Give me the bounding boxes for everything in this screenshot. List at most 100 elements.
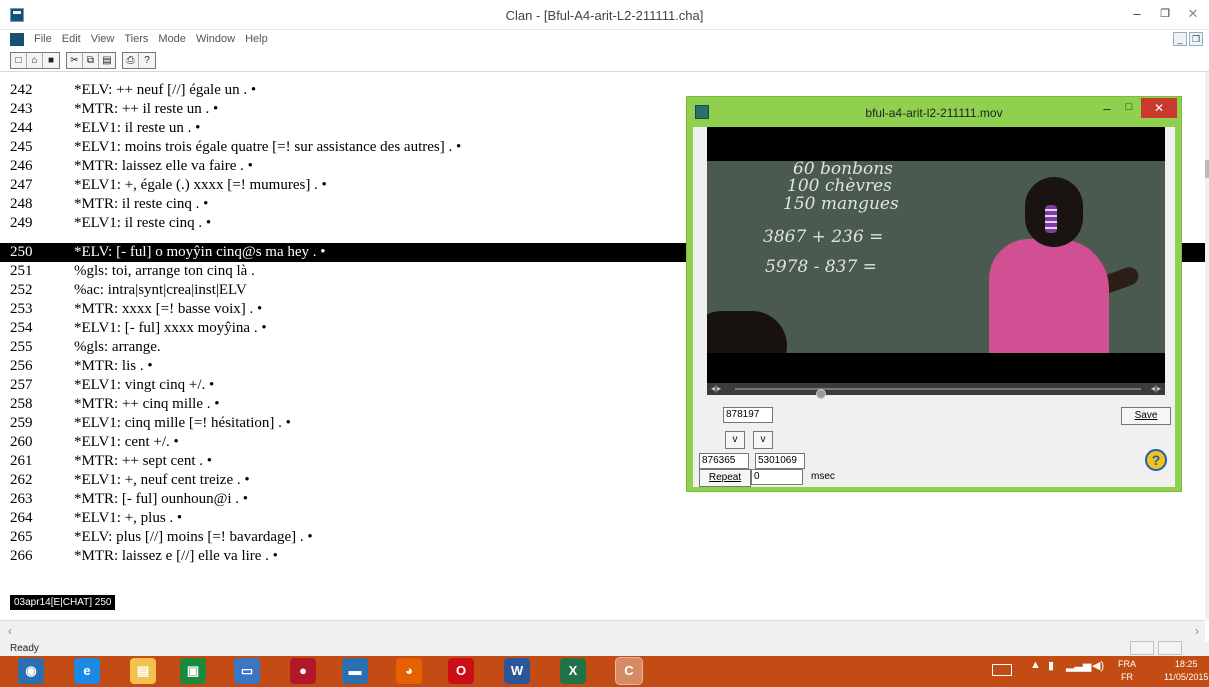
clan-taskbar-icon[interactable]: C — [615, 657, 643, 685]
remote-desktop-icon[interactable]: ▭ — [234, 658, 260, 684]
file-explorer-icon[interactable]: ▤ — [130, 658, 156, 684]
step-back-button[interactable]: v — [725, 431, 745, 449]
menu-window[interactable]: Window — [196, 33, 235, 45]
line-text: *MTR: il reste cinq . • — [74, 196, 209, 212]
cut-icon[interactable]: ✂ — [67, 53, 83, 68]
firefox-icon[interactable]: ◕ — [396, 658, 422, 684]
line-text: *ELV1: cinq mille [=! hésitation] . • — [74, 415, 291, 431]
media-title-bar[interactable]: bful-a4-arit-l2-211111.mov – □ ✕ — [687, 97, 1181, 127]
seek-back-icon[interactable]: ◂|▸ — [711, 383, 721, 395]
transcript-line[interactable]: 263 *MTR: [- ful] ounhoun@i . • — [0, 490, 1205, 509]
start-button-icon[interactable]: ◉ — [18, 658, 44, 684]
internet-explorer-icon[interactable]: e — [74, 658, 100, 684]
seek-track[interactable] — [735, 388, 1141, 399]
repeat-button[interactable]: Repeat — [699, 469, 751, 487]
mdi-restore-button[interactable]: ❐ — [1189, 32, 1203, 46]
board-text: 100 chèvres — [787, 176, 892, 196]
store-icon[interactable]: ▣ — [180, 658, 206, 684]
menu-edit[interactable]: Edit — [62, 33, 81, 45]
save-button[interactable]: Save — [1121, 407, 1171, 425]
current-time-field[interactable]: 878197 — [723, 407, 773, 423]
hair-beads — [1045, 205, 1057, 233]
print-icon[interactable]: ⎙ — [123, 53, 139, 68]
media-close-button[interactable]: ✕ — [1141, 98, 1177, 118]
line-number: 261 — [10, 453, 33, 469]
line-number: 266 — [10, 548, 33, 564]
mdi-minimize-button[interactable]: _ — [1173, 32, 1187, 46]
line-text: *ELV1: +, égale (.) xxxx [=! mumures] . … — [74, 177, 327, 193]
video-display[interactable]: 60 bonbons 100 chèvres 150 mangues 3867 … — [707, 127, 1165, 383]
clipboard-button-group: ✂ ⧉ ▤ — [66, 52, 116, 69]
copy-icon[interactable]: ⧉ — [83, 53, 99, 68]
seek-thumb[interactable] — [816, 389, 826, 399]
help-icon[interactable]: ? — [139, 53, 155, 68]
vertical-scroll-thumb[interactable] — [1205, 160, 1209, 178]
close-button[interactable]: ✕ — [1180, 4, 1206, 24]
transcript-line[interactable]: 266 *MTR: laissez e [//] elle va lire . • — [0, 547, 1205, 566]
scroll-left-icon[interactable]: ‹ — [8, 624, 12, 638]
line-text: *ELV1: vingt cinq +/. • — [74, 377, 215, 393]
repeat-count-field[interactable]: 0 — [751, 469, 803, 485]
horizontal-scrollbar[interactable]: ‹ › — [0, 620, 1205, 642]
step-forward-button[interactable]: v — [753, 431, 773, 449]
signal-icon[interactable]: ▂▃▅ — [1066, 659, 1091, 672]
line-number: 243 — [10, 101, 33, 117]
menu-items: File Edit View Tiers Mode Window Help — [34, 33, 268, 45]
transcript-line[interactable]: 264 *ELV1: +, plus . • — [0, 509, 1205, 528]
mdi-controls: _ ❐ — [1173, 32, 1203, 46]
word-icon[interactable]: W — [504, 658, 530, 684]
battery-icon[interactable]: ▮ — [1048, 659, 1054, 672]
media-minimize-button[interactable]: – — [1097, 101, 1117, 116]
line-text: *MTR: lis . • — [74, 358, 153, 374]
minimize-button[interactable]: – — [1124, 4, 1150, 24]
seek-bar[interactable]: ◂|▸ ◂|▸ — [707, 383, 1165, 399]
line-number: 264 — [10, 510, 33, 526]
show-hidden-icons-icon[interactable]: ▲ — [1030, 659, 1041, 671]
line-text: *ELV1: cent +/. • — [74, 434, 179, 450]
line-text: *ELV1: +, plus . • — [74, 510, 183, 526]
line-number: 263 — [10, 491, 33, 507]
document-icon[interactable] — [10, 33, 24, 46]
volume-icon[interactable]: ◀) — [1092, 659, 1104, 672]
vertical-scrollbar[interactable] — [1205, 72, 1209, 620]
line-text: *ELV1: il reste cinq . • — [74, 215, 212, 231]
media-maximize-button[interactable]: □ — [1119, 101, 1139, 113]
line-text: *MTR: ++ sept cent . • — [74, 453, 212, 469]
open-folder-icon[interactable]: ⌂ — [27, 53, 43, 68]
menu-mode[interactable]: Mode — [158, 33, 186, 45]
line-number: 265 — [10, 529, 33, 545]
menu-tiers[interactable]: Tiers — [124, 33, 148, 45]
new-file-icon[interactable]: □ — [11, 53, 27, 68]
menu-help[interactable]: Help — [245, 33, 268, 45]
line-text: %ac: intra|synt|crea|inst|ELV — [74, 282, 247, 298]
menu-view[interactable]: View — [91, 33, 115, 45]
paste-icon[interactable]: ▤ — [99, 53, 115, 68]
media-app-icon[interactable]: ● — [290, 658, 316, 684]
save-icon[interactable]: ■ — [43, 53, 59, 68]
line-text: *ELV1: il reste un . • — [74, 120, 201, 136]
transcript-line[interactable]: 265 *ELV: plus [//] moins [=! bavardage] … — [0, 528, 1205, 547]
language-indicator[interactable]: FRA FR — [1118, 658, 1136, 684]
menu-file[interactable]: File — [34, 33, 52, 45]
clock-time: 18:25 — [1174, 659, 1198, 669]
clan-app-window: Clan - [Bful-A4-arit-L2-211111.cha] – ❐ … — [0, 0, 1209, 687]
line-text: *MTR: [- ful] ounhoun@i . • — [74, 491, 249, 507]
maximize-button[interactable]: ❐ — [1152, 4, 1178, 24]
help-question-icon[interactable]: ? — [1145, 449, 1167, 471]
line-text: %gls: arrange. — [74, 339, 161, 355]
seek-forward-icon[interactable]: ◂|▸ — [1151, 383, 1161, 395]
system-clock[interactable]: 18:25 11/05/2015 — [1164, 658, 1208, 684]
scroll-right-icon[interactable]: › — [1195, 624, 1199, 638]
keyboard-icon[interactable] — [992, 664, 1012, 676]
window-app-icon[interactable]: ▬ — [342, 658, 368, 684]
start-time-field[interactable]: 876365 — [699, 453, 749, 469]
line-number: 252 — [10, 282, 33, 298]
mode-status-tag: 03apr14[E|CHAT] 250 — [10, 595, 116, 610]
end-time-field[interactable]: 5301069 — [755, 453, 805, 469]
opera-icon[interactable]: O — [448, 658, 474, 684]
clock-date: 11/05/2015 — [1164, 672, 1209, 682]
excel-icon[interactable]: X — [560, 658, 586, 684]
status-panel — [1158, 641, 1182, 655]
line-number: 242 — [10, 82, 33, 98]
line-text: *ELV: ++ neuf [//] égale un . • — [74, 82, 257, 98]
